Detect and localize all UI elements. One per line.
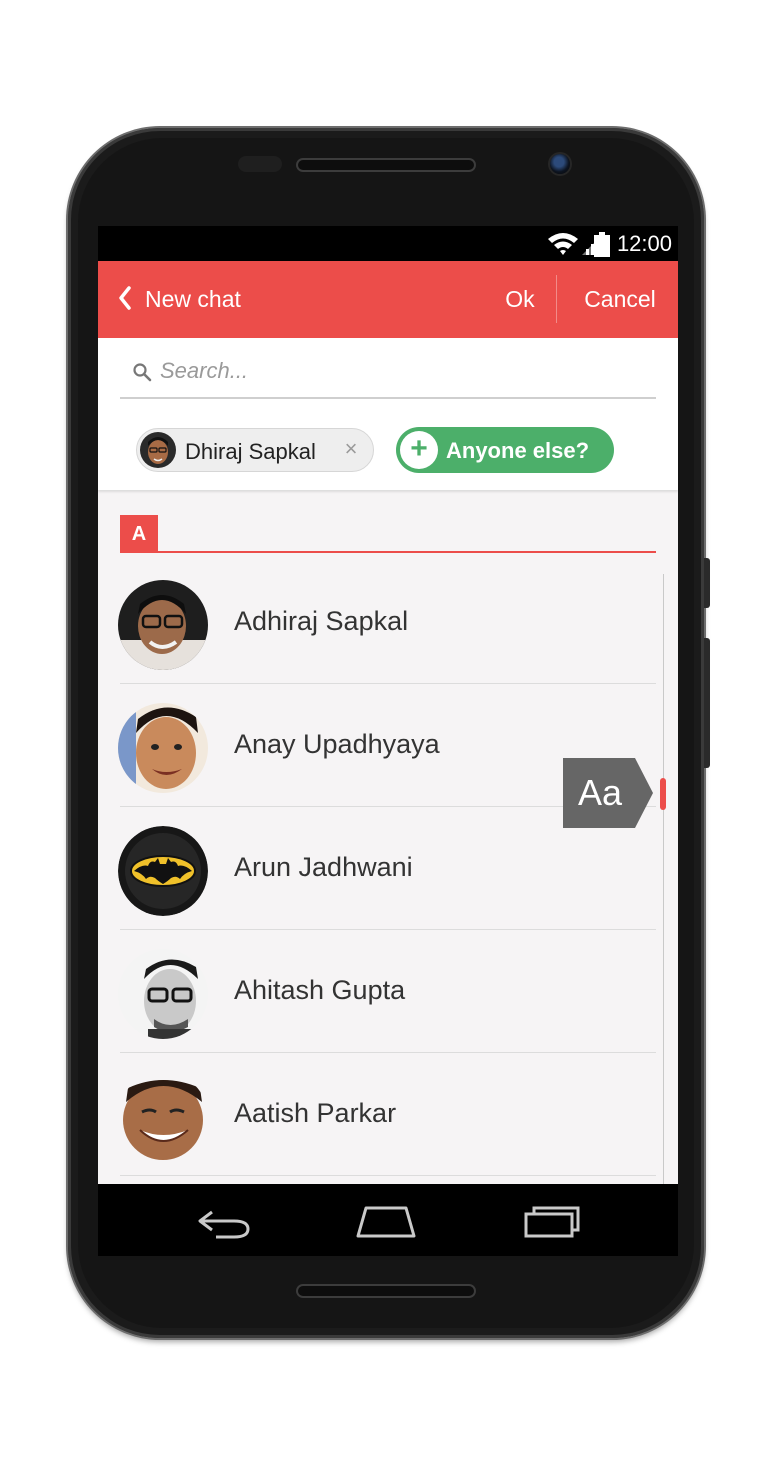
page-title[interactable]: New chat <box>145 286 241 313</box>
search-icon <box>133 363 152 382</box>
bottom-speaker <box>296 1284 476 1298</box>
row-divider <box>120 683 656 684</box>
back-nav-icon[interactable] <box>194 1204 254 1240</box>
list-item[interactable]: Adhiraj Sapkal <box>98 562 658 684</box>
power-button <box>704 638 710 768</box>
chip-label: Dhiraj Sapkal <box>185 439 316 464</box>
top-speaker <box>296 158 476 172</box>
home-nav-icon[interactable] <box>356 1204 416 1240</box>
avatar <box>118 949 208 1039</box>
avatar <box>118 826 208 916</box>
fast-scroll-label: Aa <box>577 772 623 813</box>
volume-button <box>704 558 710 608</box>
list-item[interactable]: Ahitash Gupta <box>98 931 658 1053</box>
scrollbar-track <box>663 574 664 1184</box>
section-divider <box>120 551 656 553</box>
section-letter: A <box>120 515 158 553</box>
add-contact-button[interactable]: + Anyone else? <box>396 427 614 473</box>
chevron-left-icon[interactable] <box>118 285 132 311</box>
avatar <box>118 1072 208 1162</box>
avatar <box>140 432 176 468</box>
plus-icon: + <box>400 431 438 469</box>
selected-contact-chip[interactable]: Dhiraj Sapkal × <box>136 428 374 472</box>
wifi-icon <box>548 233 578 255</box>
add-contact-label: Anyone else? <box>446 438 590 463</box>
screen: 12:00 New chat Ok Cancel Search... Dhira… <box>98 226 678 1256</box>
contact-name: Ahitash Gupta <box>234 975 406 1005</box>
contact-name: Adhiraj Sapkal <box>234 606 409 636</box>
search-underline <box>120 397 656 399</box>
search-input[interactable] <box>160 354 640 388</box>
contact-name: Arun Jadhwani <box>234 852 413 882</box>
nav-bar <box>98 1184 678 1256</box>
list-item[interactable]: Aatish Parkar <box>98 1054 658 1176</box>
app-bar: New chat Ok Cancel <box>98 261 678 338</box>
status-bar: 12:00 <box>98 226 678 261</box>
appbar-divider <box>556 275 557 323</box>
row-divider <box>120 929 656 930</box>
search-panel: Dhiraj Sapkal × + Anyone else? <box>98 338 678 490</box>
battery-icon <box>594 232 610 257</box>
ok-button[interactable]: Ok <box>490 277 550 322</box>
status-time: 12:00 <box>616 231 672 256</box>
row-divider <box>120 1175 656 1176</box>
contact-name: Aatish Parkar <box>234 1098 397 1128</box>
front-camera <box>550 154 570 174</box>
proximity-sensor <box>238 156 282 172</box>
recents-nav-icon[interactable] <box>522 1204 582 1240</box>
contact-name: Anay Upadhyaya <box>234 729 440 759</box>
cancel-button[interactable]: Cancel <box>570 277 670 322</box>
close-icon[interactable]: × <box>339 435 363 463</box>
row-divider <box>120 1052 656 1053</box>
avatar <box>118 703 208 793</box>
avatar <box>118 580 208 670</box>
scrollbar-thumb[interactable] <box>660 778 666 810</box>
